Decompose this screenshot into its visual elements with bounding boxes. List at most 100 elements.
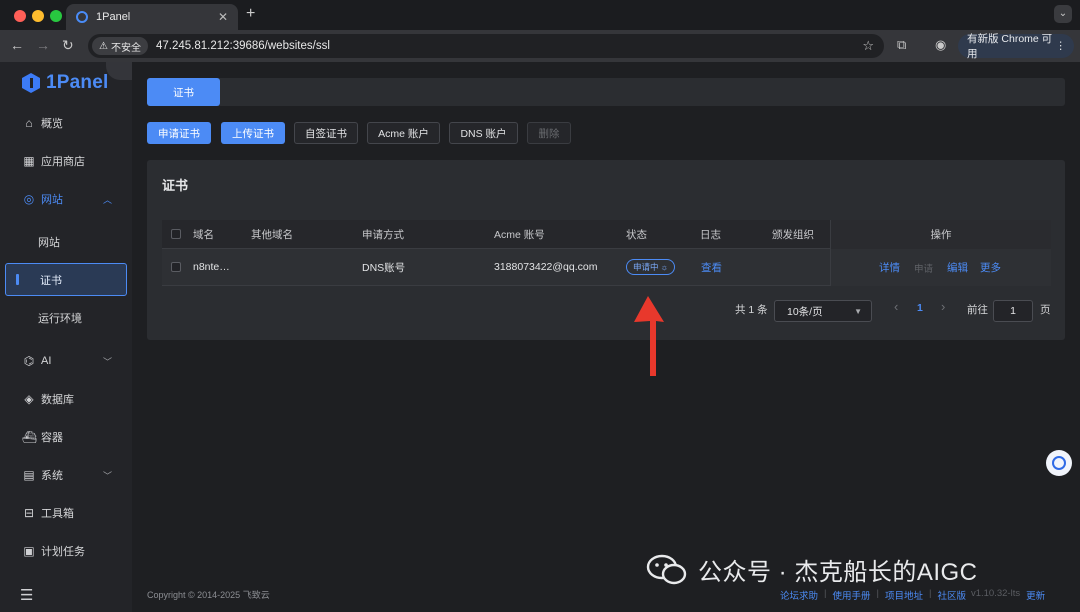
cell-method: DNS账号	[362, 261, 406, 274]
sidebar-item-label: 容器	[41, 432, 63, 444]
manual-link[interactable]: 使用手册	[832, 588, 870, 602]
self-signed-certificate-button[interactable]: 自签证书	[294, 122, 358, 144]
footer-separator: |	[824, 588, 827, 599]
logo[interactable]: 1Panel	[22, 72, 108, 94]
sidebar-item-app-store[interactable]: ▦ 应用商店	[0, 146, 132, 176]
page-size-select[interactable]: 10条/页 ▼	[774, 300, 872, 322]
row-checkbox[interactable]	[171, 262, 181, 272]
sidebar-item-label: 概览	[41, 118, 63, 130]
new-tab-button[interactable]: +	[246, 5, 255, 23]
sidebar-subitem-website[interactable]: 网站	[0, 227, 132, 257]
sidebar-item-label: 数据库	[41, 394, 74, 406]
back-arrow-icon[interactable]: ←	[10, 37, 24, 53]
sidebar-item-system[interactable]: ▤ 系统 ﹀	[0, 460, 132, 490]
more-link[interactable]: 更多	[980, 249, 1001, 286]
profile-icon[interactable]: ◉	[935, 37, 946, 53]
browser-tabbar: 1Panel ✕ + ⌄	[0, 0, 1080, 30]
floating-help-button[interactable]	[1046, 450, 1072, 476]
sidebar-subitem-label: 运行环境	[38, 313, 82, 325]
warning-icon: ⚠	[99, 40, 108, 52]
reload-icon[interactable]: ↻	[62, 37, 74, 54]
sidebar-item-label: 系统	[41, 470, 63, 482]
update-label: 有新版 Chrome 可用	[967, 33, 1053, 60]
upload-certificate-button[interactable]: 上传证书	[221, 122, 285, 144]
sidebar-item-label: 计划任务	[41, 546, 85, 558]
tab-close-icon[interactable]: ✕	[218, 10, 228, 24]
header-actions: 操作	[830, 220, 1051, 249]
tab-search-icon[interactable]: ⌄	[1054, 5, 1072, 23]
wechat-icon	[646, 554, 687, 584]
project-link[interactable]: 项目地址	[885, 588, 923, 602]
apply-certificate-button[interactable]: 申请证书	[147, 122, 211, 144]
database-icon: ◈	[24, 392, 34, 406]
goto-page-input[interactable]: 1	[993, 300, 1033, 322]
footer-separator: |	[876, 588, 879, 599]
delete-button[interactable]: 删除	[527, 122, 571, 144]
robot-icon: ⌬	[23, 354, 35, 368]
chevron-up-icon: ︿	[103, 194, 113, 205]
sidebar-subitem-label: 证书	[40, 274, 62, 287]
edit-link[interactable]: 编辑	[947, 249, 968, 286]
menu-dots-icon[interactable]: ⋮	[1056, 40, 1067, 52]
menu-collapse-icon[interactable]: ☰	[20, 586, 33, 604]
header-issuer: 颁发组织	[772, 228, 814, 241]
active-indicator	[16, 274, 19, 285]
sidebar: 1Panel ⌂ 概览 ▦ 应用商店 ◎ 网站 ︿ 网站 证书 运行环境 ⌬ A…	[0, 62, 132, 612]
sidebar-item-label: 应用商店	[41, 156, 85, 168]
table-row: n8nte… DNS账号 3188073422@qq.com 申请中 ☼ 查看 …	[162, 249, 1051, 286]
header-domain: 域名	[193, 228, 214, 241]
sidebar-item-website[interactable]: ◎ 网站 ︿	[0, 184, 132, 214]
apply-link[interactable]: 申请	[914, 249, 933, 286]
view-log-link[interactable]: 查看	[701, 249, 722, 285]
tab-certificate[interactable]: 证书	[147, 78, 220, 106]
details-link[interactable]: 详情	[879, 249, 900, 286]
community-edition-link[interactable]: 社区版	[937, 588, 966, 602]
close-window-button[interactable]	[14, 10, 26, 22]
extensions-icon[interactable]: ⧉	[897, 37, 906, 53]
sidebar-subitem-label: 网站	[38, 237, 60, 249]
sidebar-subitem-runtime[interactable]: 运行环境	[0, 303, 132, 333]
sidebar-item-container[interactable]: ⛴ 容器	[0, 422, 132, 452]
next-page-button[interactable]: ›	[941, 299, 945, 314]
sidebar-item-overview[interactable]: ⌂ 概览	[0, 108, 132, 138]
sidebar-subitem-certificate[interactable]: 证书	[5, 263, 127, 296]
forum-link[interactable]: 论坛求助	[780, 588, 818, 602]
acme-account-button[interactable]: Acme 账户	[367, 122, 440, 144]
header-actions-label: 操作	[930, 229, 952, 241]
watermark-text: 公众号 · 杰克船长的AIGC	[698, 559, 978, 586]
forward-arrow-icon[interactable]: →	[36, 37, 50, 53]
panel-title: 证书	[162, 178, 189, 193]
prev-page-button[interactable]: ‹	[894, 299, 898, 314]
select-all-checkbox[interactable]	[171, 229, 181, 239]
sidebar-item-toolbox[interactable]: ⊟ 工具箱	[0, 498, 132, 528]
loading-spinner-icon: ☼	[660, 262, 669, 272]
chevron-down-icon: ▼	[854, 306, 862, 316]
update-link[interactable]: 更新	[1026, 588, 1045, 602]
sidebar-corner-decoration	[106, 62, 132, 80]
sidebar-item-ai[interactable]: ⌬ AI ﹀	[0, 346, 132, 376]
status-label: 申请中	[633, 262, 659, 272]
maximize-window-button[interactable]	[50, 10, 62, 22]
chevron-down-icon: ﹀	[103, 356, 113, 367]
address-bar[interactable]: ⚠ 不安全 47.245.81.212:39686/websites/ssl ☆	[88, 34, 884, 58]
sidebar-item-database[interactable]: ◈ 数据库	[0, 384, 132, 414]
sidebar-item-cron[interactable]: ▣ 计划任务	[0, 536, 132, 566]
table-header: 域名 其他域名 申请方式 Acme 账号 状态 日志 颁发组织 操作	[162, 220, 1051, 249]
minimize-window-button[interactable]	[32, 10, 44, 22]
footer-links: 论坛求助 | 使用手册 | 项目地址 | 社区版 v1.10.32-lts 更新	[780, 588, 1045, 602]
sidebar-item-label: 网站	[41, 194, 63, 206]
header-acme-account: Acme 账号	[494, 228, 545, 241]
insecure-badge[interactable]: ⚠ 不安全	[92, 37, 148, 55]
annotation-arrow	[634, 296, 664, 376]
chrome-update-button[interactable]: 有新版 Chrome 可用 ⋮	[958, 33, 1074, 60]
cell-status: 申请中 ☼	[626, 249, 676, 285]
current-page[interactable]: 1	[917, 302, 923, 314]
status-badge[interactable]: 申请中 ☼	[626, 259, 676, 275]
browser-tab[interactable]: 1Panel ✕	[66, 4, 238, 30]
dns-account-button[interactable]: DNS 账户	[449, 122, 518, 144]
logo-text: 1Panel	[46, 72, 109, 93]
certificate-panel: 证书 域名 其他域名 申请方式 Acme 账号 状态 日志 颁发组织 操作 n8…	[147, 160, 1065, 340]
sidebar-item-label: 工具箱	[41, 508, 74, 520]
header-other-domains: 其他域名	[251, 228, 293, 241]
bookmark-star-icon[interactable]: ☆	[862, 38, 874, 54]
